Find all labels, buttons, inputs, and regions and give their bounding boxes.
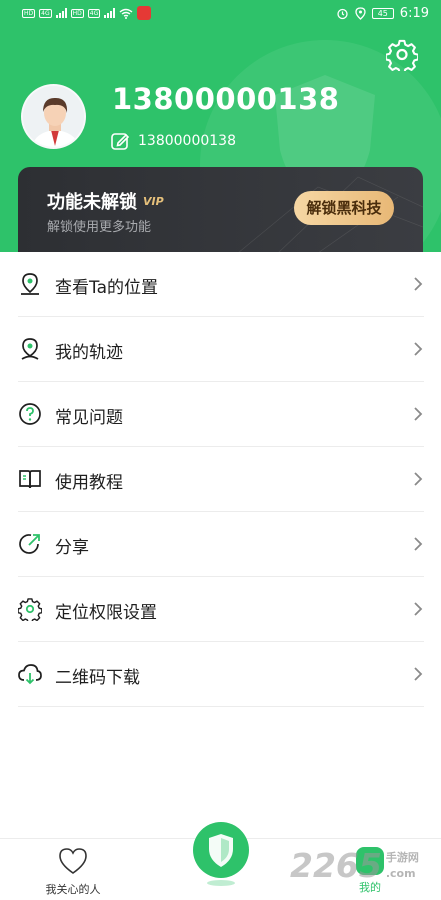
watermark-number: 2265	[290, 846, 382, 885]
settings-gear-icon[interactable]	[386, 39, 418, 71]
menu-item-qr-download[interactable]: 二维码下载	[18, 642, 424, 707]
wifi-icon	[119, 8, 133, 19]
status-right: 45 6:19	[336, 6, 429, 21]
edit-icon[interactable]	[110, 131, 130, 151]
menu-item-my-track[interactable]: 我的轨迹	[18, 317, 424, 382]
profile-header: HD 4G HD 4G 45 6:19 13800000138 13800000…	[0, 0, 441, 252]
book-icon	[19, 470, 41, 489]
menu-item-share[interactable]: 分享	[18, 512, 424, 577]
chevron-right-icon	[414, 277, 423, 291]
menu-item-view-location[interactable]: 查看Ta的位置	[18, 252, 424, 317]
vip-title-text: 功能未解锁	[47, 192, 137, 213]
gear-icon	[18, 598, 42, 621]
chevron-right-icon	[414, 667, 423, 681]
network-tag: 4G	[39, 8, 52, 18]
vip-subtitle: 解锁使用更多功能	[47, 220, 152, 235]
menu-item-label: 使用教程	[55, 473, 123, 493]
menu-item-label: 定位权限设置	[55, 603, 157, 623]
notification-app-icon	[137, 6, 152, 20]
menu-item-faq[interactable]: 常见问题	[18, 382, 424, 447]
heart-icon	[59, 848, 87, 874]
menu-item-tutorial[interactable]: 使用教程	[18, 447, 424, 512]
menu-item-label: 二维码下载	[55, 668, 140, 688]
user-avatar-icon	[23, 86, 84, 147]
cloud-download-icon	[18, 664, 42, 685]
signal-icon-2	[104, 8, 116, 18]
unlock-button[interactable]: 解锁黑科技	[294, 191, 394, 225]
vip-badge-icon: VIP	[143, 194, 164, 208]
battery-icon: 45	[371, 8, 394, 19]
nav-tab-care[interactable]: 我关心的人	[38, 847, 108, 897]
location-status-icon	[355, 7, 366, 20]
chevron-right-icon	[414, 602, 423, 616]
chevron-right-icon	[414, 342, 423, 356]
share-icon	[19, 534, 40, 554]
menu-item-label: 分享	[55, 538, 89, 558]
track-icon	[21, 338, 39, 360]
location-pin-icon	[21, 273, 39, 295]
network-tag-2: 4G	[87, 8, 101, 18]
vip-card: 功能未解锁 VIP 解锁使用更多功能 解锁黑科技	[18, 167, 423, 252]
avatar[interactable]	[21, 84, 86, 149]
menu-item-label: 我的轨迹	[55, 343, 123, 363]
chevron-right-icon	[414, 407, 423, 421]
chevron-right-icon	[414, 472, 423, 486]
menu-item-label: 查看Ta的位置	[55, 278, 158, 298]
alarm-icon	[337, 8, 348, 20]
nav-tab-care-label: 我关心的人	[45, 883, 101, 896]
chevron-right-icon	[414, 537, 423, 551]
nav-center-shield-button[interactable]	[192, 821, 250, 887]
question-icon	[19, 403, 41, 425]
user-phone-subtitle: 13800000138	[138, 133, 236, 149]
menu-item-location-permission[interactable]: 定位权限设置	[18, 577, 424, 642]
menu-item-label: 常见问题	[55, 408, 123, 428]
status-left: HD 4G HD 4G	[22, 6, 152, 20]
watermark: 2265 手游网 .com	[290, 846, 419, 885]
watermark-line1: 手游网	[385, 850, 419, 864]
vip-title: 功能未解锁 VIP	[47, 188, 164, 214]
clock-time: 6:19	[399, 6, 429, 21]
hd-tag: HD	[22, 8, 36, 18]
edit-profile-row[interactable]: 13800000138	[110, 131, 236, 151]
hd-tag-2: HD	[70, 8, 84, 18]
user-phone-title: 13800000138	[112, 82, 340, 116]
watermark-line2: .com	[385, 866, 416, 880]
status-bar: HD 4G HD 4G 45 6:19	[0, 0, 441, 28]
watermark-side: 手游网 .com	[386, 850, 419, 882]
menu-list: 查看Ta的位置 我的轨迹 常见问题 使用教程 分享 定位权限设置 二维码下载	[0, 252, 441, 707]
signal-icon	[55, 8, 67, 18]
